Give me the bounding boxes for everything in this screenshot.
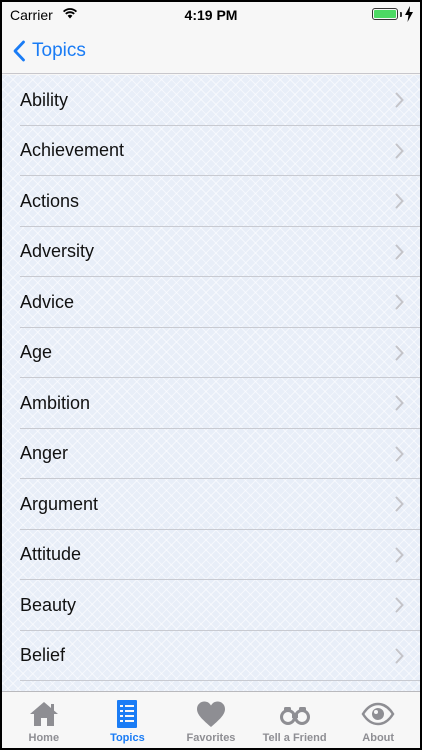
chevron-left-icon [13,40,25,62]
topic-label: Adversity [20,241,95,262]
topic-label: Advice [20,291,75,312]
topic-row[interactable]: Beauty [2,580,420,631]
back-button-label: Topics [32,40,86,61]
app-screen: Carrier 4:19 PM Topics Ability Achievemen… [0,0,422,750]
status-bar: Carrier 4:19 PM [2,2,420,28]
topic-row[interactable]: Actions [2,176,420,227]
topic-row[interactable]: Argument [2,479,420,530]
tab-favorites[interactable]: Favorites [169,692,253,748]
topic-row[interactable]: Advice [2,277,420,328]
chevron-right-icon [395,143,404,159]
heart-icon [196,701,225,727]
chevron-right-icon [395,244,404,260]
topic-label: Ambition [20,392,91,413]
tab-about[interactable]: About [336,692,420,748]
chevron-right-icon [395,597,404,613]
document-list-icon [117,700,138,728]
navigation-bar: Topics [2,28,420,74]
status-time: 4:19 PM [184,7,238,23]
tab-home[interactable]: Home [2,692,86,748]
topic-label: Ability [20,89,69,110]
eye-icon [361,702,395,726]
back-button[interactable]: Topics [12,36,86,66]
tab-label: Tell a Friend [262,732,327,744]
tab-bar: Home Topics Favorites Tell a Friend About [2,691,420,748]
topic-row[interactable]: Ambition [2,378,420,429]
topic-label: Belief [20,645,66,666]
topic-row[interactable]: Adversity [2,227,420,278]
chevron-right-icon [395,193,404,209]
tab-label: Favorites [186,732,236,744]
topic-label: Attitude [20,544,82,565]
home-icon [29,702,58,726]
topic-label: Age [20,342,53,363]
topic-label: Anger [20,443,69,464]
charging-bolt-icon [405,6,413,22]
topic-label: Argument [20,493,99,514]
tab-label: Home [28,732,60,744]
topic-label: Beauty [20,594,77,615]
topic-label: Achievement [20,140,125,161]
tab-label: About [362,732,395,744]
chevron-right-icon [395,294,404,310]
chevron-right-icon [395,446,404,462]
topic-row[interactable]: Ability [2,75,420,126]
tab-tell-a-friend[interactable]: Tell a Friend [253,692,337,748]
topic-list[interactable]: Ability Achievement Actions Adversity Advice… [2,75,420,693]
chevron-right-icon [395,395,404,411]
tab-topics[interactable]: Topics [86,692,170,748]
chevron-right-icon [395,648,404,664]
binoculars-icon [279,707,310,725]
topic-row[interactable]: Anger [2,429,420,480]
topic-row[interactable]: Attitude [2,530,420,581]
topic-row[interactable]: Belief [2,631,420,682]
chevron-right-icon [395,547,404,563]
topic-row[interactable]: Achievement [2,126,420,177]
chevron-right-icon [395,92,404,108]
topic-row[interactable]: Age [2,328,420,379]
tab-label: Topics [110,732,145,744]
chevron-right-icon [395,345,404,361]
chevron-right-icon [395,496,404,512]
battery-icon [372,8,398,20]
topic-label: Actions [20,190,80,211]
battery-cap [400,12,402,17]
